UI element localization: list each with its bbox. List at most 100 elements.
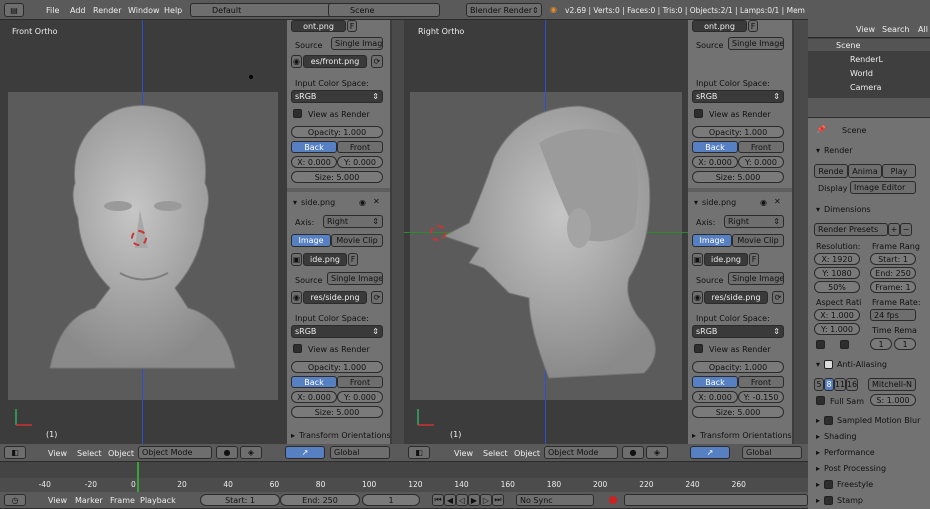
editor-type-button[interactable]: ◷ <box>4 494 26 506</box>
opacity-slider[interactable]: Opacity: 1.000 <box>291 126 383 138</box>
editor-type-button[interactable]: ◧ <box>408 446 430 459</box>
filepath-field-side[interactable]: res/side.png <box>303 291 367 304</box>
end-frame-field[interactable]: End: 250 <box>870 267 916 279</box>
image-field[interactable]: ont.png <box>692 20 747 32</box>
side-image-field[interactable]: ide.png <box>704 253 748 266</box>
menu-object[interactable]: Object <box>108 449 134 458</box>
offset-y-field-2[interactable]: Y: -0.150 <box>738 391 784 403</box>
manipulator-toggle[interactable]: ↗ <box>690 446 730 459</box>
remap-old-field[interactable]: 1 <box>870 338 892 350</box>
crop-checkbox[interactable] <box>840 340 849 349</box>
aa-samples-5[interactable]: 5 <box>814 378 824 391</box>
back-toggle-2[interactable]: Back <box>291 376 337 388</box>
source-select-side[interactable]: Single Image <box>327 272 383 285</box>
screen-layout-select[interactable]: Default <box>190 3 340 17</box>
outliner-menu-view[interactable]: View <box>856 25 875 34</box>
menu-help[interactable]: Help <box>164 6 182 15</box>
front-toggle-2[interactable]: Front <box>738 376 784 388</box>
axis-select[interactable]: Right ⇕ <box>323 215 383 228</box>
menu-object[interactable]: Object <box>514 449 540 458</box>
aspect-y-field[interactable]: Y: 1.000 <box>814 323 860 335</box>
aa-samples-8[interactable]: 8 <box>824 378 834 391</box>
outliner-item-world[interactable]: World <box>850 69 873 78</box>
side-image-field[interactable]: ide.png <box>303 253 347 266</box>
cursor-3d-icon[interactable] <box>430 225 446 241</box>
left-viewport[interactable]: Front Ortho (1) <box>0 20 287 444</box>
tab-movie-clip[interactable]: Movie Clip <box>331 234 383 247</box>
image-field[interactable]: ont.png <box>291 20 346 32</box>
performance-section-header[interactable]: ▸ Performance <box>816 448 875 457</box>
outliner-item-renderlayers[interactable]: RenderL <box>850 55 883 64</box>
image-browse-icon[interactable]: ◉ <box>291 55 302 68</box>
image-browse-icon[interactable]: ▣ <box>291 253 302 266</box>
shading-section-header[interactable]: ▸ Shading <box>816 432 857 441</box>
source-select-side[interactable]: Single Image <box>728 272 784 285</box>
start-field[interactable]: Start: 1 <box>200 494 280 506</box>
size-field-2[interactable]: Size: 5.000 <box>692 406 784 418</box>
aspect-x-field[interactable]: X: 1.000 <box>814 309 860 321</box>
timeline[interactable]: -40 -20 0 20 40 60 80 100 120 140 160 180 200 220 240 2… <box>0 462 808 492</box>
manipulator-toggle[interactable]: ↗ <box>285 446 325 459</box>
side-image-header[interactable]: ▾ side.png <box>694 198 736 207</box>
anti-aliasing-checkbox[interactable] <box>824 360 834 369</box>
color-space-select-2[interactable]: sRGB ⇕ <box>291 325 383 338</box>
render-image-button[interactable]: Rende <box>814 164 848 178</box>
menu-add[interactable]: Add <box>70 6 86 15</box>
filepath-field-front[interactable]: es/front.png <box>303 55 367 68</box>
anti-aliasing-section-header[interactable]: ▾ Anti-Aliasing <box>816 360 887 369</box>
remap-new-field[interactable]: 1 <box>894 338 916 350</box>
motion-blur-checkbox[interactable] <box>824 416 834 425</box>
close-icon[interactable]: ✕ <box>774 197 781 206</box>
menu-marker[interactable]: Marker <box>75 496 103 505</box>
offset-x-field-2[interactable]: X: 0.000 <box>692 391 738 403</box>
viewport-shading-button[interactable]: ● <box>216 446 238 459</box>
menu-view[interactable]: View <box>454 449 473 458</box>
close-icon[interactable]: ✕ <box>373 197 380 206</box>
opacity-slider-2[interactable]: Opacity: 1.000 <box>291 361 383 373</box>
fake-user-button[interactable]: F <box>748 20 758 32</box>
resolution-x-field[interactable]: X: 1920 <box>814 253 860 265</box>
outliner-menu-all[interactable]: All <box>918 25 928 34</box>
stamp-section-header[interactable]: ▸ Stamp <box>816 496 863 505</box>
sampled-motion-blur-header[interactable]: ▸ Sampled Motion Blur <box>816 416 920 425</box>
axis-select[interactable]: Right ⇕ <box>724 215 784 228</box>
source-select[interactable]: Single Image <box>728 37 784 50</box>
scene-select[interactable]: Scene <box>328 3 440 17</box>
orientation-select[interactable]: Global <box>330 446 390 459</box>
color-space-select[interactable]: sRGB ⇕ <box>692 90 784 103</box>
cursor-3d-icon[interactable] <box>131 230 147 246</box>
post-processing-section-header[interactable]: ▸ Post Processing <box>816 464 886 473</box>
color-space-select-2[interactable]: sRGB ⇕ <box>692 325 784 338</box>
aa-samples-11[interactable]: 11 <box>834 378 846 391</box>
menu-render[interactable]: Render <box>93 6 121 15</box>
view-as-render-checkbox[interactable] <box>293 109 302 118</box>
view-as-render-checkbox-2[interactable] <box>694 344 703 353</box>
offset-y-field[interactable]: Y: 0.000 <box>337 156 383 168</box>
aa-samples-16[interactable]: 16 <box>846 378 858 391</box>
freestyle-checkbox[interactable] <box>824 480 834 489</box>
offset-x-field[interactable]: X: 0.000 <box>692 156 738 168</box>
front-toggle-2[interactable]: Front <box>337 376 383 388</box>
editor-type-button[interactable]: ▤ <box>4 3 24 17</box>
keying-set-field[interactable] <box>624 494 808 506</box>
full-sample-checkbox[interactable] <box>816 396 825 405</box>
remove-preset-button[interactable]: − <box>900 223 912 236</box>
menu-select[interactable]: Select <box>77 449 102 458</box>
jump-end-button[interactable]: ⏭ <box>492 494 504 506</box>
front-toggle[interactable]: Front <box>337 141 383 153</box>
transform-orientations-header[interactable]: ▸ Transform Orientations <box>692 431 792 440</box>
right-viewport[interactable]: Right Ortho (1) <box>404 20 688 444</box>
resolution-y-field[interactable]: Y: 1080 <box>814 267 860 279</box>
menu-frame[interactable]: Frame <box>110 496 135 505</box>
orientation-select[interactable]: Global <box>742 446 802 459</box>
tab-image[interactable]: Image <box>291 234 331 247</box>
render-engine-select[interactable]: Blender Render ⇕ <box>466 3 542 17</box>
aa-size-field[interactable]: S: 1.000 <box>870 394 916 406</box>
menu-view[interactable]: View <box>48 496 67 505</box>
render-animation-button[interactable]: Anima <box>848 164 882 178</box>
fake-user-button-side[interactable]: F <box>348 253 358 266</box>
outliner-menu-search[interactable]: Search <box>882 25 909 34</box>
view-as-render-checkbox-2[interactable] <box>293 344 302 353</box>
scrollbar[interactable] <box>392 20 404 444</box>
start-frame-field[interactable]: Start: 1 <box>870 253 916 265</box>
